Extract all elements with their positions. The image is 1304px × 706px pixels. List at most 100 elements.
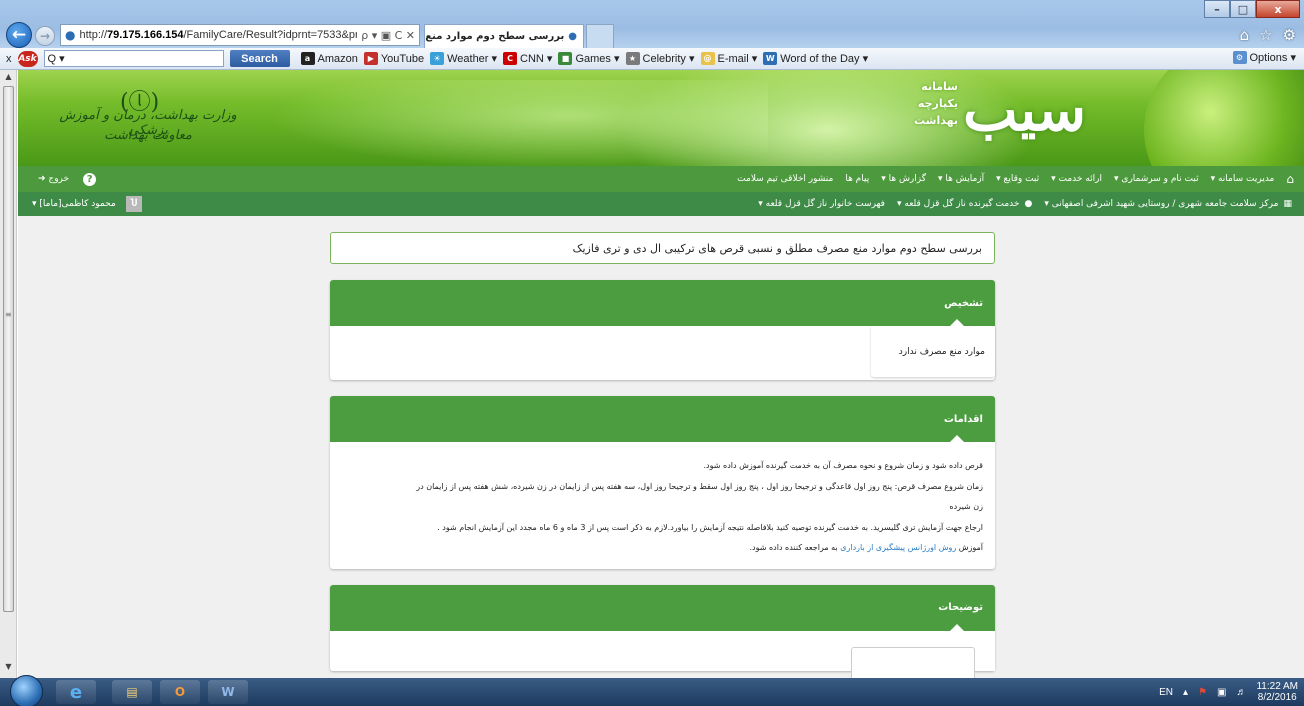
outlook-taskbar-icon[interactable]: O bbox=[160, 680, 200, 704]
ask-logo[interactable]: Ask bbox=[17, 50, 38, 67]
toolbar-options[interactable]: ⚙ Options ▾ bbox=[1232, 51, 1297, 64]
email-icon: @ bbox=[700, 52, 715, 65]
web-page: (ⓛ) وزارت بهداشت، درمان و آموزش پزشکی مع… bbox=[18, 70, 1304, 678]
menu-item-service-delivery[interactable]: ارائه خدمت ▾ bbox=[1051, 174, 1102, 184]
start-button[interactable] bbox=[10, 675, 43, 706]
user-name[interactable]: محمود کاظمی[ماما] ▾ bbox=[32, 199, 116, 209]
toolbar-link-weather[interactable]: ☀ Weather ▾ bbox=[430, 52, 497, 65]
green-apple-image bbox=[1144, 70, 1304, 166]
toolbar-link-cnn[interactable]: C CNN ▾ bbox=[503, 52, 552, 65]
action-line: زمان شروع مصرف قرص: پنج روز اول قاعدگی و… bbox=[416, 481, 983, 491]
system-name: سامانه یکپارچه بهداشت bbox=[878, 78, 958, 129]
deputy-name: معاونت بهداشت bbox=[104, 128, 192, 143]
language-indicator[interactable]: EN bbox=[1159, 687, 1173, 698]
main-menu: ⌂ مدیریت سامانه ▾ ثبت نام و سرشماری ▾ ار… bbox=[18, 166, 1304, 192]
main-content: بررسی سطح دوم موارد منع مصرف مطلق و نسبی… bbox=[330, 232, 995, 678]
ask-toolbar: x Ask Q ▾ Search a Amazon ▶ YouTube ☀ Weath… bbox=[0, 48, 1304, 70]
family-list-selector[interactable]: فهرست خانوار ناز گل قزل قلعه ▾ bbox=[758, 199, 885, 209]
network-icon[interactable]: ▣ bbox=[1217, 687, 1226, 698]
address-controls[interactable]: ρ ▾ ▣ C ✕ bbox=[361, 29, 419, 42]
toolbar-link-label: E-mail ▾ bbox=[717, 53, 758, 65]
ie-taskbar-icon[interactable]: e bbox=[56, 680, 96, 704]
notes-header[interactable]: توضیحات bbox=[330, 584, 995, 632]
address-bar[interactable]: ● http://79.175.166.154/FamilyCare/Resul… bbox=[60, 24, 420, 46]
toolbar-link-celebrity[interactable]: ★ Celebrity ▾ bbox=[625, 52, 695, 65]
menu-home-icon[interactable]: ⌂ bbox=[1286, 172, 1294, 186]
browser-tab-active[interactable]: ● بررسی سطح دوم موارد منع م... ✕ bbox=[424, 24, 584, 48]
menu-item-messages[interactable]: پیام ها bbox=[845, 174, 869, 184]
action-text: به مراجعه کننده داده شود. bbox=[749, 543, 841, 552]
tab-title: بررسی سطح دوم موارد منع م... bbox=[425, 31, 565, 42]
close-window-button[interactable]: x bbox=[1256, 0, 1300, 18]
context-menu-bar: ▦ مرکز سلامت جامعه شهری / روستایی شهید اش… bbox=[18, 192, 1304, 216]
user-icon: Ⴎ bbox=[125, 196, 142, 212]
menu-item-ethics-charter[interactable]: منشور اخلاقی تیم سلامت bbox=[737, 174, 833, 184]
scroll-down-arrow-icon[interactable]: ▼ bbox=[2, 662, 15, 676]
menu-item-registration-census[interactable]: ثبت نام و سرشماری ▾ bbox=[1114, 174, 1199, 184]
site-banner: (ⓛ) وزارت بهداشت، درمان و آموزش پزشکی مع… bbox=[18, 70, 1304, 166]
actions-header[interactable]: اقدامات bbox=[330, 396, 995, 443]
toolbar-search-button[interactable]: Search bbox=[229, 50, 290, 67]
tray-expand-icon[interactable]: ▴ bbox=[1183, 687, 1188, 698]
logout-link[interactable]: خروج ➜ bbox=[38, 174, 69, 184]
amazon-icon: a bbox=[300, 52, 315, 65]
home-icon[interactable]: ⌂ bbox=[1240, 26, 1250, 44]
clock[interactable]: 11:22 AM 8/2/2016 bbox=[1256, 681, 1298, 703]
scroll-thumb[interactable] bbox=[3, 86, 14, 612]
menu-item-system-management[interactable]: مدیریت سامانه ▾ bbox=[1211, 174, 1275, 184]
volume-icon[interactable]: ♬ bbox=[1236, 687, 1246, 698]
toolbar-link-amazon[interactable]: a Amazon bbox=[300, 52, 358, 65]
emergency-contraception-link[interactable]: روش اورژانس پیشگیری از بارداری bbox=[840, 543, 956, 552]
notes-field[interactable] bbox=[851, 646, 975, 678]
options-label: Options ▾ bbox=[1249, 52, 1297, 64]
toolbar-search-input[interactable]: Q ▾ bbox=[43, 50, 224, 67]
notes-body bbox=[330, 630, 995, 678]
minimize-button[interactable]: – bbox=[1204, 0, 1230, 18]
menu-item-tests[interactable]: آزمایش ها ▾ bbox=[938, 174, 984, 184]
favorites-star-icon[interactable]: ☆ bbox=[1259, 26, 1272, 44]
actions-panel: اقدامات قرص داده شود و زمان شروع و نحوه … bbox=[330, 396, 995, 569]
tools-gear-icon[interactable]: ⚙ bbox=[1283, 26, 1296, 44]
action-line: آموزش روش اورژانس پیشگیری از بارداری به … bbox=[342, 538, 983, 559]
toolbar-link-games[interactable]: ■ Games ▾ bbox=[558, 52, 620, 65]
toolbar-link-label: Amazon bbox=[317, 52, 358, 65]
clock-date: 8/2/2016 bbox=[1257, 692, 1297, 703]
options-icon: ⚙ bbox=[1232, 51, 1247, 64]
toolbar-link-label: Weather ▾ bbox=[447, 53, 498, 65]
help-button[interactable]: ? bbox=[83, 172, 97, 186]
maximize-button[interactable]: □ bbox=[1230, 0, 1256, 18]
clock-time: 11:22 AM bbox=[1256, 681, 1298, 692]
diagnosis-body: موارد منع مصرف ندارد bbox=[330, 326, 995, 380]
diagnosis-result: موارد منع مصرف ندارد bbox=[871, 326, 995, 377]
user-menu[interactable]: Ⴎ محمود کاظمی[ماما] ▾ bbox=[32, 192, 142, 216]
explorer-taskbar-icon[interactable]: ▤ bbox=[112, 680, 152, 704]
system-name-line: سامانه bbox=[921, 80, 958, 93]
diagnosis-header[interactable]: تشخیص bbox=[330, 280, 995, 327]
system-name-line: بهداشت bbox=[914, 114, 958, 127]
forward-button[interactable]: → bbox=[35, 26, 55, 46]
menu-item-event-registration[interactable]: ثبت وقایع ▾ bbox=[996, 174, 1039, 184]
back-button[interactable]: ← bbox=[6, 22, 32, 48]
page-scrollbar[interactable]: ▲ ≡ ▼ bbox=[0, 70, 17, 678]
health-center-label: مرکز سلامت جامعه شهری / روستایی شهید اشر… bbox=[1044, 199, 1279, 209]
toolbar-link-email[interactable]: @ E-mail ▾ bbox=[700, 52, 758, 65]
toolbar-link-label: YouTube bbox=[380, 52, 425, 65]
window-controls: – □ x bbox=[1204, 0, 1300, 18]
tab-favicon-icon: ● bbox=[568, 31, 577, 42]
word-taskbar-icon[interactable]: W bbox=[208, 680, 248, 704]
ie-command-icons: ⌂ ☆ ⚙ bbox=[1240, 26, 1296, 44]
toolbar-link-word-of-the-day[interactable]: W Word of the Day ▾ bbox=[763, 52, 868, 65]
action-line: زن شیرده bbox=[949, 502, 983, 511]
scroll-up-arrow-icon[interactable]: ▲ bbox=[2, 72, 15, 86]
health-center-selector[interactable]: ▦ مرکز سلامت جامعه شهری / روستایی شهید اش… bbox=[1044, 199, 1292, 209]
toolbar-link-youtube[interactable]: ▶ YouTube bbox=[363, 52, 425, 65]
url-path: /FamilyCare/Result?idprnt=7533&priority bbox=[183, 29, 358, 41]
url-host: 79.175.166.154 bbox=[107, 29, 184, 41]
toolbar-link-label: Word of the Day ▾ bbox=[780, 53, 869, 65]
toolbar-close-icon[interactable]: x bbox=[6, 53, 12, 65]
action-center-flag-icon[interactable]: ⚑ bbox=[1198, 687, 1207, 698]
browser-titlebar: – □ x ← → ● http://79.175.166.154/Family… bbox=[0, 0, 1304, 48]
service-recipient-selector[interactable]: ● خدمت گیرنده ناز گل قزل قلعه ▾ bbox=[897, 199, 1032, 209]
new-tab-button[interactable] bbox=[586, 24, 614, 48]
menu-item-reports[interactable]: گزارش ها ▾ bbox=[881, 174, 926, 184]
